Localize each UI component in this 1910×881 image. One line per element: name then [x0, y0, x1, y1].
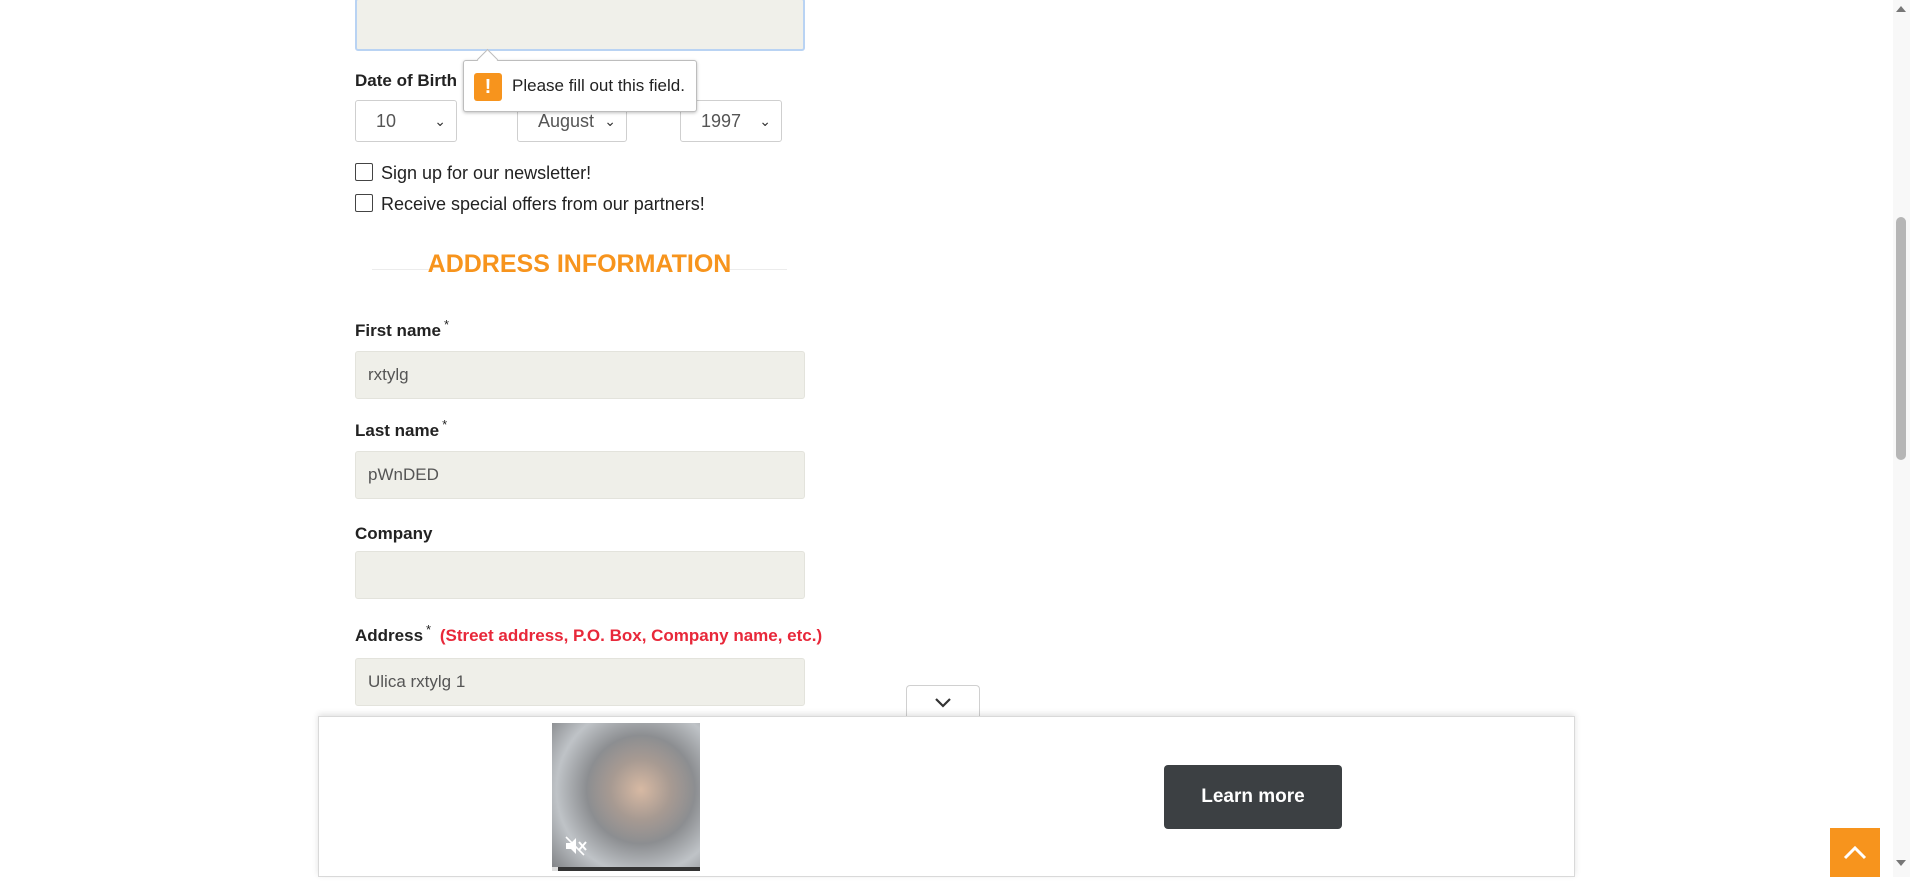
offers-checkbox[interactable]: [355, 194, 373, 213]
address-hint: (Street address, P.O. Box, Company name,…: [439, 626, 823, 645]
address-label: Address * (Street address, P.O. Box, Comp…: [355, 622, 823, 646]
required-mark: *: [443, 317, 450, 332]
muted-speaker-icon[interactable]: [564, 835, 588, 857]
scrollbar-thumb[interactable]: [1896, 217, 1906, 460]
first-name-label: First name *: [355, 317, 449, 341]
dob-day-value: 10: [376, 111, 397, 131]
chevron-down-icon: ⌄: [434, 113, 446, 129]
newsletter-option[interactable]: Sign up for our newsletter!: [355, 163, 591, 184]
video-progress-fill: [552, 867, 558, 871]
back-to-top-button[interactable]: [1830, 828, 1880, 877]
first-name-field[interactable]: rxtylg: [355, 351, 805, 399]
tooltip-arrow: [476, 48, 499, 71]
section-title: ADDRESS INFORMATION: [427, 250, 732, 278]
ad-video[interactable]: [552, 723, 700, 871]
dob-label: Date of Birth: [355, 71, 457, 90]
newsletter-checkbox[interactable]: [355, 163, 373, 182]
required-mark: *: [442, 417, 448, 432]
dob-year-value: 1997: [701, 111, 742, 131]
tooltip-text: Please fill out this field.: [512, 76, 685, 95]
chevron-down-icon: ⌄: [759, 113, 771, 129]
learn-more-button[interactable]: Learn more: [1164, 765, 1342, 829]
last-name-field[interactable]: pWnDED: [355, 451, 805, 499]
last-name-label-text: Last name: [355, 421, 440, 440]
dob-day-select[interactable]: 10 ⌄: [355, 100, 457, 142]
offers-label: Receive special offers from our partners…: [381, 194, 705, 214]
ad-banner: [318, 716, 1575, 877]
chevron-down-icon: [935, 698, 951, 708]
focused-empty-field[interactable]: [355, 0, 805, 51]
last-name-label: Last name *: [355, 417, 447, 441]
address-field[interactable]: Ulica rxtylg 1: [355, 658, 805, 706]
chevron-up-icon: [1843, 845, 1867, 860]
validation-tooltip: ! Please fill out this field.: [463, 48, 697, 112]
offers-option[interactable]: Receive special offers from our partners…: [355, 194, 705, 215]
scroll-up-arrow-icon[interactable]: [1894, 4, 1908, 14]
warning-icon: !: [474, 73, 502, 101]
address-label-text: Address: [355, 626, 424, 645]
newsletter-label: Sign up for our newsletter!: [381, 163, 592, 183]
dob-month-value: August: [538, 111, 595, 131]
required-mark: *: [426, 622, 432, 637]
first-name-label-text: First name: [355, 321, 441, 340]
ad-collapse-button[interactable]: [906, 685, 980, 717]
scroll-down-arrow-icon[interactable]: [1894, 858, 1908, 868]
video-progress-bar[interactable]: [552, 867, 700, 871]
company-label: Company: [355, 524, 433, 543]
company-field[interactable]: [355, 551, 805, 599]
